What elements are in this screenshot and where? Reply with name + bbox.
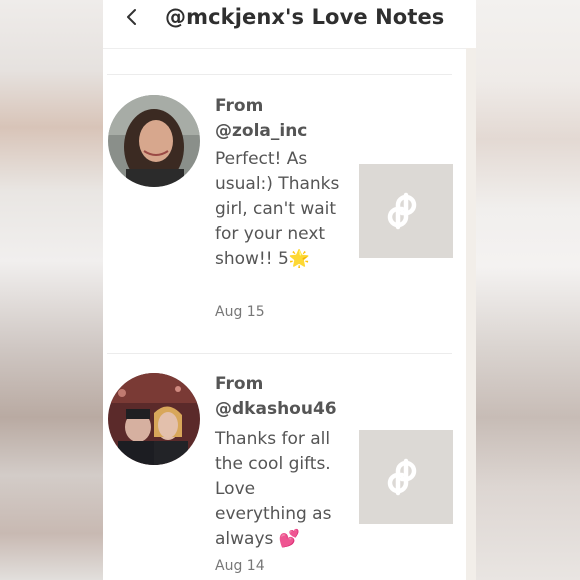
from-label: From bbox=[215, 96, 264, 116]
background-left bbox=[0, 0, 103, 580]
note-date: Aug 14 bbox=[215, 558, 265, 574]
from-label: From bbox=[215, 374, 264, 394]
page-title: @mckjenx's Love Notes bbox=[165, 5, 445, 29]
chevron-left-icon bbox=[127, 9, 136, 25]
scrollbar-track[interactable] bbox=[466, 48, 476, 580]
love-notes-screen: @mckjenx's Love Notes From @zola_inc Per… bbox=[103, 0, 476, 580]
listing-thumbnail[interactable] bbox=[359, 430, 453, 524]
note-message: Perfect! As usual:) Thanks girl, can't w… bbox=[215, 149, 340, 269]
poshmark-p-icon bbox=[387, 192, 417, 230]
love-note-item: From @zola_inc Perfect! As usual:) Thank… bbox=[103, 75, 476, 353]
back-button[interactable] bbox=[121, 6, 143, 28]
background-right bbox=[476, 0, 580, 580]
avatar[interactable] bbox=[108, 373, 200, 465]
note-message: Thanks for all the cool gifts. Love ever… bbox=[215, 429, 332, 549]
header: @mckjenx's Love Notes bbox=[103, 0, 476, 49]
love-note-item: From @dkashou46 Thanks for all the cool … bbox=[103, 354, 476, 580]
listing-thumbnail[interactable] bbox=[359, 164, 453, 258]
avatar[interactable] bbox=[108, 95, 200, 187]
note-date: Aug 15 bbox=[215, 304, 265, 320]
sender-handle[interactable]: @zola_inc bbox=[215, 121, 307, 141]
sender-handle[interactable]: @dkashou46 bbox=[215, 399, 337, 419]
poshmark-p-icon bbox=[387, 458, 417, 496]
